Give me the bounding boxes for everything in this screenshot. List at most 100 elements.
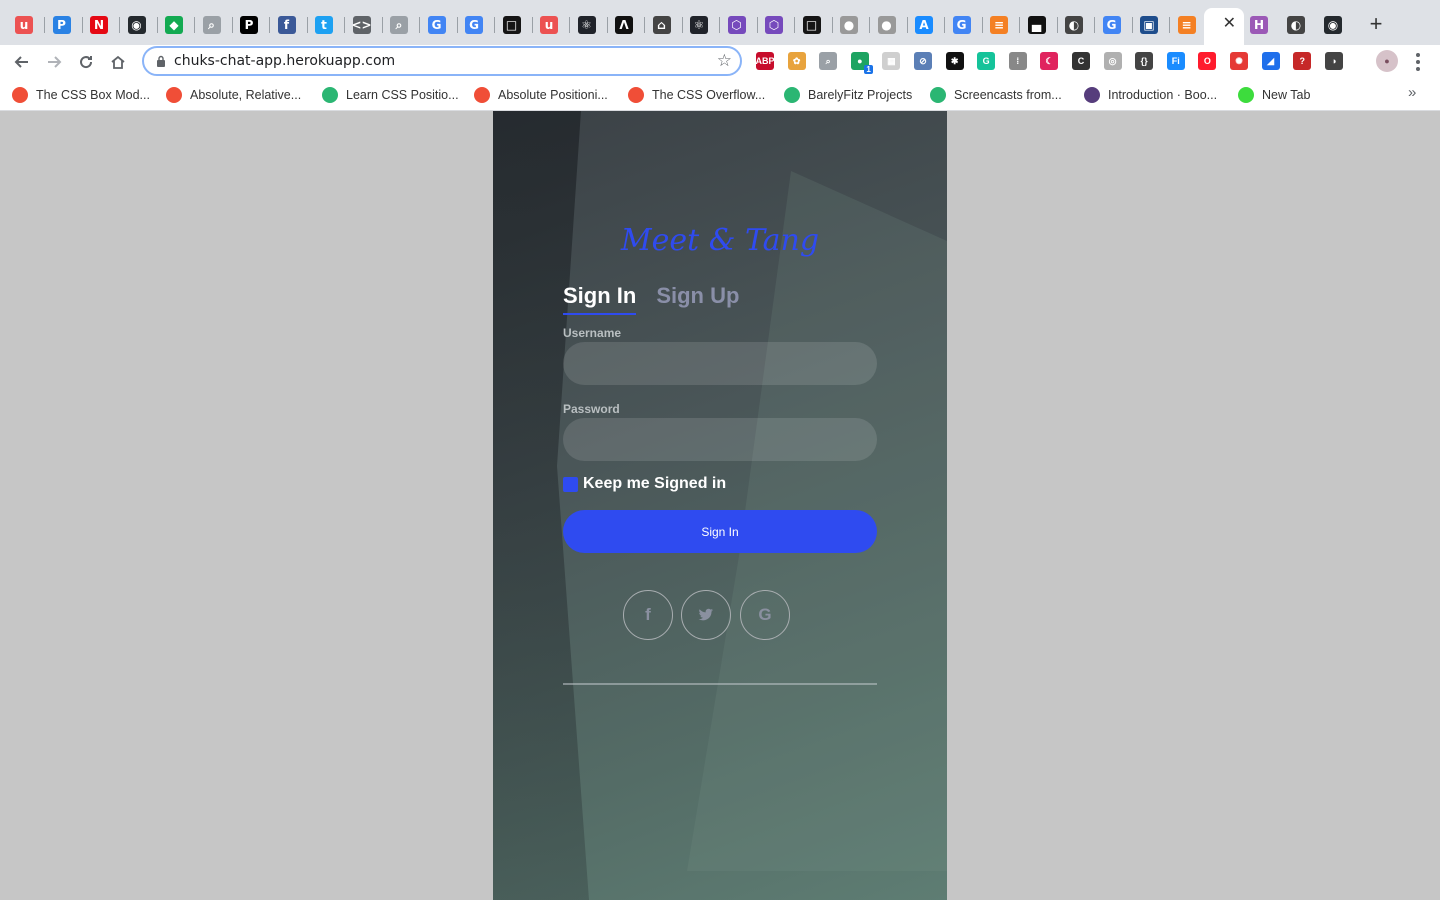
sign-in-button[interactable]: Sign In	[563, 510, 877, 553]
adblock-plus-icon[interactable]: ABP	[756, 52, 775, 70]
browser-tab[interactable]: ⌕	[384, 10, 414, 40]
profile-avatar[interactable]: ●	[1376, 50, 1398, 72]
codepen-star-icon	[474, 87, 490, 103]
tab-sign-in[interactable]: Sign In	[563, 283, 637, 315]
stackoverflow-icon: ≡	[1177, 16, 1196, 34]
compass-icon[interactable]: ⊘	[914, 52, 932, 70]
browser-tab[interactable]: ⌂	[647, 10, 677, 40]
browser-tab[interactable]: G	[1097, 10, 1127, 40]
bookmark-item[interactable]: Introduction · Boo...	[1084, 85, 1217, 105]
forward-button[interactable]	[41, 49, 67, 75]
grammarly-icon[interactable]: G	[977, 52, 996, 70]
browser-tab[interactable]: ▣	[1134, 10, 1164, 40]
browser-tab[interactable]: ≡	[1172, 10, 1202, 40]
browser-tab[interactable]: H	[1244, 10, 1274, 40]
browser-tab[interactable]: ●	[872, 10, 902, 40]
opera-icon[interactable]: O	[1198, 52, 1217, 70]
bars-icon[interactable]: ⁞	[1008, 52, 1027, 70]
bookmark-star-icon[interactable]: ☆	[717, 51, 732, 71]
browser-tab[interactable]: ⚛	[572, 10, 602, 40]
browser-tab[interactable]: u	[534, 10, 564, 40]
bookmark-item[interactable]: New Tab	[1238, 85, 1310, 105]
tab-sign-up[interactable]: Sign Up	[656, 283, 739, 315]
search-icon: ⌕	[202, 16, 221, 34]
browser-tab[interactable]: ◐	[1281, 10, 1311, 40]
bookmark-item[interactable]: Absolute Positioni...	[474, 85, 608, 105]
question-icon[interactable]: ?	[1293, 52, 1312, 70]
green-dot-icon[interactable]: ● 1	[850, 52, 873, 74]
browser-menu-button[interactable]	[1410, 51, 1426, 73]
browser-tab[interactable]: ⬡	[759, 10, 789, 40]
browser-tab[interactable]: ⌕	[197, 10, 227, 40]
browser-tab[interactable]: ◉	[122, 10, 152, 40]
bookmark-item[interactable]: Absolute, Relative...	[166, 85, 301, 105]
colorpick-icon[interactable]: ✿	[787, 52, 806, 70]
browser-tab[interactable]: A	[909, 10, 939, 40]
github-icon: ◉	[1324, 16, 1342, 34]
password-input[interactable]	[563, 418, 877, 461]
browser-tab[interactable]: P	[234, 10, 264, 40]
bookmark-item[interactable]: Learn CSS Positio...	[322, 85, 459, 105]
eye-icon[interactable]: ◎	[1103, 52, 1122, 70]
react-icon: ⚛	[577, 16, 596, 34]
browser-tab[interactable]: t	[309, 10, 339, 40]
bookmarks-overflow-button[interactable]: »	[1408, 84, 1416, 101]
browser-tab[interactable]: ▄	[1022, 10, 1052, 40]
colorwheel-icon[interactable]: ✺	[1230, 52, 1248, 70]
browser-tab[interactable]: □	[797, 10, 827, 40]
tab-separator	[456, 17, 458, 33]
browser-tab[interactable]: ●	[834, 10, 864, 40]
tab-separator	[681, 17, 683, 33]
browser-tab[interactable]: <>	[347, 10, 377, 40]
browser-tab[interactable]: □	[497, 10, 527, 40]
keep-signed-in-checkbox[interactable]	[563, 476, 578, 492]
redux-icon: ⬡	[765, 16, 783, 34]
browser-tab[interactable]: G	[947, 10, 977, 40]
bookmark-item[interactable]: Screencasts from...	[930, 85, 1062, 105]
twitter-login-button[interactable]	[681, 590, 731, 640]
zoom-icon[interactable]: ⌕	[819, 52, 838, 70]
grid-icon[interactable]: ▦	[882, 52, 901, 70]
font-icon[interactable]: Fi	[1166, 52, 1185, 70]
browser-tab[interactable]: G	[422, 10, 452, 40]
browser-tab[interactable]: ◉	[1318, 10, 1348, 40]
cssc-icon[interactable]: C	[1072, 52, 1090, 70]
browser-tab[interactable]: P	[47, 10, 77, 40]
username-input[interactable]	[563, 342, 877, 385]
active-tab[interactable]: ✕	[1204, 8, 1244, 45]
bookmark-label: Screencasts from...	[954, 88, 1062, 102]
new-tab-button[interactable]: +	[1364, 12, 1388, 36]
browser-tab[interactable]: N	[84, 10, 114, 40]
facebook-icon: f	[645, 605, 651, 624]
tab-separator	[306, 17, 308, 33]
address-url[interactable]: chuks-chat-app.herokuapp.com	[174, 53, 395, 69]
auth-tabs: Sign In Sign Up	[563, 283, 739, 315]
browser-tab[interactable]: f	[272, 10, 302, 40]
bookmark-item[interactable]: BarelyFitz Projects	[784, 85, 912, 105]
google-login-button[interactable]: G	[740, 590, 790, 640]
moon-icon[interactable]: ☾	[1040, 52, 1059, 70]
megaphone-icon[interactable]: ◢	[1261, 52, 1280, 70]
browser-tab[interactable]: ◐	[1059, 10, 1089, 40]
tab-separator	[381, 17, 383, 33]
browser-tab[interactable]: G	[459, 10, 489, 40]
bookmark-item[interactable]: The CSS Box Mod...	[12, 85, 150, 105]
braces-icon[interactable]: {}	[1135, 52, 1154, 70]
colorzilla-icon[interactable]: ✱	[945, 52, 964, 70]
browser-tab[interactable]: u	[9, 10, 39, 40]
bookmark-item[interactable]: The CSS Overflow...	[628, 85, 765, 105]
bookmark-label: New Tab	[1262, 88, 1311, 102]
facebook-login-button[interactable]: f	[623, 590, 673, 640]
back-button[interactable]	[9, 49, 35, 75]
browser-tab[interactable]: ⚛	[684, 10, 714, 40]
dark-reader-icon[interactable]: ◑	[1324, 52, 1343, 70]
keep-signed-in[interactable]: Keep me Signed in	[563, 475, 726, 493]
address-bar[interactable]: chuks-chat-app.herokuapp.com ☆	[142, 46, 742, 76]
browser-tab[interactable]: ≡	[984, 10, 1014, 40]
reload-button[interactable]	[73, 49, 99, 75]
browser-tab[interactable]: ⬡	[722, 10, 752, 40]
browser-tab[interactable]: ◆	[159, 10, 189, 40]
browser-tab[interactable]: Λ	[609, 10, 639, 40]
close-tab-icon[interactable]: ✕	[1223, 16, 1236, 32]
home-button[interactable]	[105, 49, 131, 75]
